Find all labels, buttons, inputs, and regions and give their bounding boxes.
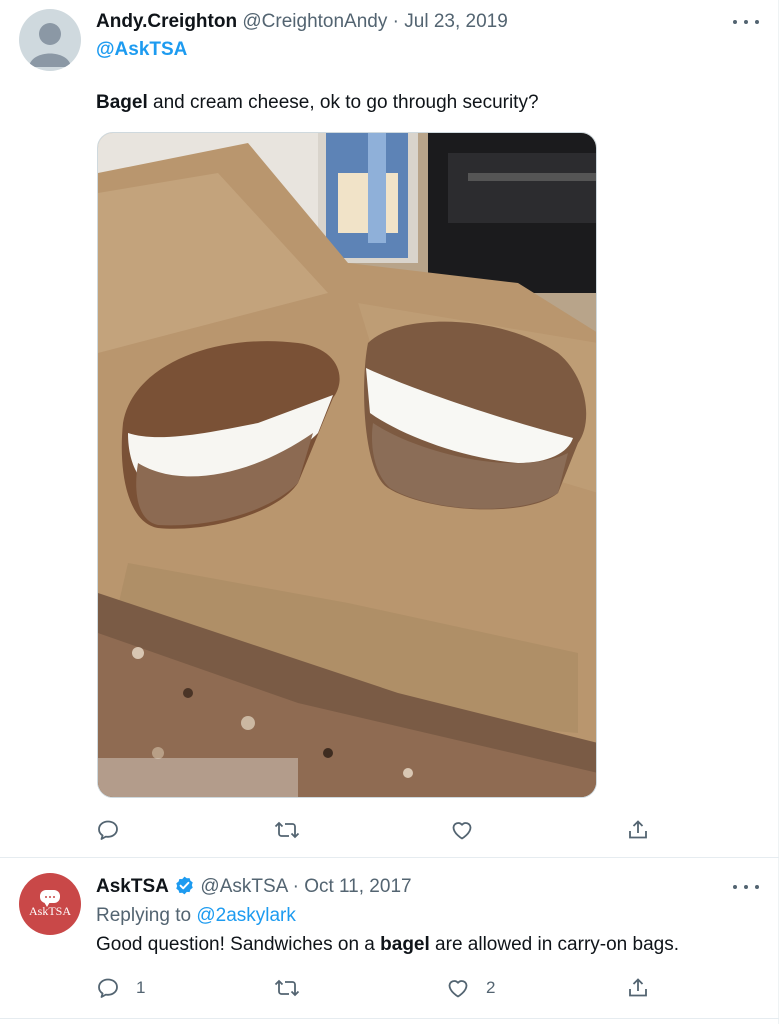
tweet-photo[interactable]	[97, 132, 597, 798]
tweet-text-before: Good question! Sandwiches on a	[96, 934, 381, 955]
avatar-asktsa[interactable]: AskTSA	[19, 873, 81, 935]
like-icon	[448, 980, 468, 998]
author-name[interactable]: AskTSA	[96, 876, 169, 897]
tweet-text-bold: bagel	[380, 934, 430, 955]
separator: ·	[387, 11, 405, 32]
tweet-text: Good question! Sandwiches on a bagel are…	[96, 933, 679, 957]
tweet-text: Bagel and cream cheese, ok to go through…	[96, 91, 539, 115]
reply-count: 1	[136, 978, 146, 997]
reply-icon	[98, 820, 118, 840]
share-button[interactable]	[626, 816, 650, 844]
tweet-header: Andy.Creighton @CreightonAndy · Jul 23, …	[96, 10, 508, 34]
author-name[interactable]: Andy.Creighton	[96, 11, 237, 32]
tweet-date[interactable]: Jul 23, 2019	[404, 11, 508, 32]
replying-to-label: Replying to	[96, 905, 197, 926]
more-icon[interactable]	[733, 875, 759, 899]
share-icon	[629, 978, 647, 997]
share-button[interactable]	[626, 974, 650, 1002]
tweet-actions	[96, 816, 666, 844]
tweet-divider	[0, 1018, 779, 1019]
retweet-icon	[274, 821, 300, 839]
author-handle[interactable]: @AskTSA	[200, 876, 287, 897]
like-icon	[452, 822, 472, 840]
like-button[interactable]	[450, 816, 490, 844]
share-icon	[629, 820, 647, 839]
replying-to-handle[interactable]: @2askylark	[196, 905, 296, 926]
reply-button[interactable]	[96, 816, 136, 844]
tweet-text-rest: and cream cheese, ok to go through secur…	[147, 92, 539, 113]
author-handle[interactable]: @CreightonAndy	[242, 11, 387, 32]
chat-bubble-icon	[40, 890, 60, 907]
mention-link[interactable]: @AskTSA	[96, 39, 187, 60]
reply-mention-line: @AskTSA	[96, 38, 187, 62]
more-icon[interactable]	[733, 10, 759, 34]
tweet-header: AskTSA @AskTSA · Oct 11, 2017	[96, 875, 412, 899]
separator: ·	[287, 876, 305, 897]
retweet-button[interactable]	[274, 974, 300, 1002]
like-button[interactable]: 2	[446, 974, 495, 1002]
avatar-default[interactable]	[19, 9, 81, 71]
tweet-text-after: are allowed in carry-on bags.	[429, 934, 680, 955]
like-count: 2	[486, 978, 496, 997]
tweet-actions: 1 2	[96, 974, 666, 1002]
verified-badge-icon	[176, 876, 193, 895]
reply-button[interactable]: 1	[96, 974, 145, 1002]
replying-to-line: Replying to @2askylark	[96, 904, 296, 928]
reply-icon	[98, 978, 118, 998]
tweet-date[interactable]: Oct 11, 2017	[304, 876, 411, 897]
retweet-icon	[274, 979, 300, 997]
tweet-text-bold: Bagel	[96, 92, 148, 113]
retweet-button[interactable]	[274, 816, 300, 844]
tweet-original[interactable]: Andy.Creighton @CreightonAndy · Jul 23, …	[0, 0, 779, 857]
tweet-reply[interactable]: AskTSA AskTSA @AskTSA · Oct 11, 2017 Rep…	[0, 858, 779, 1024]
